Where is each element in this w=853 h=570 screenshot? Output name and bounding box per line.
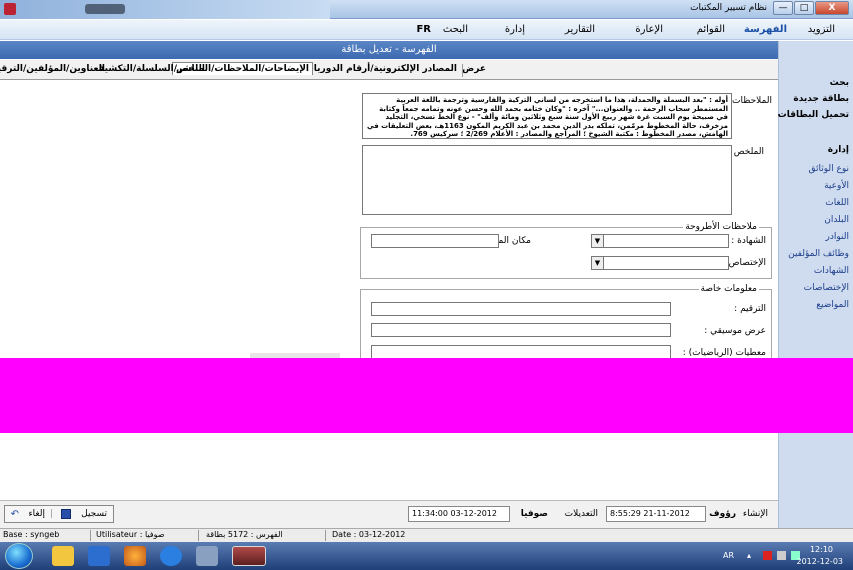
creation-date: 8:55:29 21-11-2012 bbox=[606, 506, 706, 522]
media-player-icon[interactable] bbox=[88, 546, 110, 566]
summary-field[interactable] bbox=[362, 145, 732, 215]
menu-item-cataloging[interactable]: الفهرسة bbox=[744, 24, 787, 35]
flag-icon[interactable] bbox=[763, 551, 772, 560]
tab-strip: عرض المصادر الإلكترونية/أرقام الدوريات/ا… bbox=[0, 60, 778, 80]
modified-label: التعديلات bbox=[564, 509, 598, 519]
notes-form: الملاحظات : أوله : "بعد البسملة والحمدلة… bbox=[0, 81, 778, 359]
clock-time[interactable]: 12:10 bbox=[810, 545, 833, 554]
specialty-label: الإختصاص : bbox=[722, 258, 766, 268]
thesis-legend: ملاحظات الأطروحة bbox=[683, 222, 759, 232]
save-button[interactable]: تسجيل bbox=[81, 509, 107, 519]
sidebar-item-doc-types[interactable]: نوع الوثائق bbox=[808, 164, 849, 174]
window-controls: — □ X bbox=[773, 1, 849, 15]
save-cancel-group: تسجيل | إلغاء ↶ bbox=[4, 505, 114, 523]
math-label: معطيات (الرياضيات) : bbox=[682, 348, 766, 358]
status-bar: Base : syngeb Utilisateur : صوفيا الفهرس… bbox=[0, 528, 853, 542]
sidebar-item-search[interactable]: بحث bbox=[830, 78, 849, 88]
tab-separator bbox=[462, 64, 463, 77]
menu-item-admin[interactable]: إدارة bbox=[505, 24, 525, 35]
volume-icon[interactable] bbox=[777, 551, 786, 560]
music-input[interactable] bbox=[371, 323, 671, 337]
sidebar-item-new-card[interactable]: بطاقة جديدة bbox=[793, 94, 849, 104]
menu-item-reports[interactable]: التقارير bbox=[565, 24, 595, 35]
app-icon bbox=[4, 3, 16, 15]
empty-area bbox=[0, 433, 778, 500]
menu-item-supply[interactable]: التزويد bbox=[808, 24, 835, 35]
sidebar-item-countries[interactable]: البلدان bbox=[824, 215, 849, 225]
sidebar-item-subjects[interactable]: المواضيع bbox=[816, 300, 849, 310]
modified-user: صوفيا bbox=[520, 509, 548, 519]
start-button[interactable] bbox=[5, 543, 33, 569]
record-info-bar: الإنشاء رؤوف 8:55:29 21-11-2012 التعديلا… bbox=[0, 500, 778, 528]
floppy-icon[interactable] bbox=[61, 509, 71, 519]
taskbar: AR ▴ 12:10 2012-12-03 bbox=[0, 542, 853, 570]
tab-publisher[interactable]: الناشر/السلسلة/التكشيف bbox=[91, 63, 208, 75]
sidebar-item-degrees[interactable]: الشهادات bbox=[814, 266, 849, 276]
cancel-button[interactable]: إلغاء bbox=[28, 509, 45, 519]
panel-title: الفهرسة - تعديل بطاقة bbox=[0, 41, 778, 59]
status-base: Base : syngeb bbox=[3, 530, 60, 539]
numbering-label: الترقيم : bbox=[734, 304, 766, 314]
special-info-fieldset: معلومات خاصة الترقيم : عرض موسيقي : معطي… bbox=[360, 284, 772, 359]
library-app-icon[interactable] bbox=[232, 546, 266, 566]
chevron-up-icon[interactable]: ▴ bbox=[747, 551, 756, 560]
maximize-button[interactable]: □ bbox=[794, 1, 814, 15]
degree-label: الشهادة : bbox=[731, 236, 766, 246]
numbering-input[interactable] bbox=[371, 302, 671, 316]
window-title: نظام تسيير المكتبات bbox=[690, 3, 767, 13]
sidebar-item-load-cards[interactable]: تحميل البطاقات bbox=[778, 110, 849, 120]
notes-field[interactable]: أوله : "بعد البسملة والحمدلة، هذا ما است… bbox=[362, 93, 732, 139]
close-button[interactable]: X bbox=[815, 1, 849, 15]
title-bar-stripe bbox=[0, 0, 330, 19]
specialty-select[interactable]: ▼ bbox=[591, 256, 729, 270]
sidebar-item-admin[interactable]: إدارة bbox=[828, 145, 849, 155]
degree-select[interactable]: ▼ bbox=[591, 234, 729, 248]
tab-view[interactable]: عرض bbox=[459, 63, 489, 75]
title-bar: نظام تسيير المكتبات — □ X bbox=[0, 0, 853, 19]
modified-date: 11:34:00 03-12-2012 bbox=[408, 506, 510, 522]
status-user: Utilisateur : صوفيا bbox=[96, 530, 165, 539]
menu-item-fr[interactable]: FR bbox=[416, 24, 431, 35]
folder-icon[interactable] bbox=[52, 546, 74, 566]
creation-user: رؤوف bbox=[709, 509, 736, 519]
undo-icon[interactable]: ↶ bbox=[11, 509, 19, 520]
menu-bar: التزويد الفهرسة القوائم الإعارة التقارير… bbox=[0, 20, 853, 40]
sidebar-item-author-roles[interactable]: وظائف المؤلفين bbox=[788, 249, 849, 259]
ie-icon[interactable] bbox=[160, 546, 182, 566]
paint-icon[interactable] bbox=[196, 546, 218, 566]
thesis-fieldset: ملاحظات الأطروحة الشهادة : ▼ مكان المناق… bbox=[360, 222, 772, 279]
system-tray: AR ▴ 12:10 2012-12-03 bbox=[713, 542, 853, 570]
menu-item-loans[interactable]: الإعارة bbox=[635, 24, 663, 35]
creation-label: الإنشاء bbox=[742, 509, 768, 519]
math-input[interactable] bbox=[371, 345, 671, 359]
summary-label: الملخص : bbox=[727, 147, 764, 157]
sidebar-item-media[interactable]: الأوعية bbox=[824, 181, 849, 191]
sidebar: بحث بطاقة جديدة تحميل البطاقات إدارة نوع… bbox=[778, 41, 853, 528]
minimize-button[interactable]: — bbox=[773, 1, 793, 15]
sidebar-item-languages[interactable]: اللغات bbox=[825, 198, 849, 208]
chevron-down-icon[interactable]: ▼ bbox=[592, 257, 604, 269]
redaction-band bbox=[0, 358, 853, 433]
special-info-legend: معلومات خاصة bbox=[698, 284, 759, 294]
music-label: عرض موسيقي : bbox=[704, 326, 766, 336]
title-bar-decoration bbox=[85, 4, 125, 14]
menu-item-lists[interactable]: القوائم bbox=[697, 24, 725, 35]
defense-place-input[interactable] bbox=[371, 234, 499, 248]
language-indicator[interactable]: AR bbox=[723, 551, 734, 560]
status-date: Date : 03-12-2012 bbox=[332, 530, 406, 539]
menu-item-search[interactable]: البحث bbox=[443, 24, 468, 35]
notes-label: الملاحظات : bbox=[726, 96, 772, 106]
clock-date[interactable]: 2012-12-03 bbox=[797, 557, 844, 566]
sidebar-item-specialties[interactable]: الإختصاصات bbox=[804, 283, 849, 293]
firefox-icon[interactable] bbox=[124, 546, 146, 566]
tab-titles[interactable]: العناوين/المؤلفين/الترقيم bbox=[0, 63, 108, 75]
chevron-down-icon[interactable]: ▼ bbox=[592, 235, 604, 247]
sidebar-item-rarities[interactable]: النوادر bbox=[826, 232, 849, 242]
status-index: الفهرس : 5172 بطاقة bbox=[206, 530, 283, 539]
